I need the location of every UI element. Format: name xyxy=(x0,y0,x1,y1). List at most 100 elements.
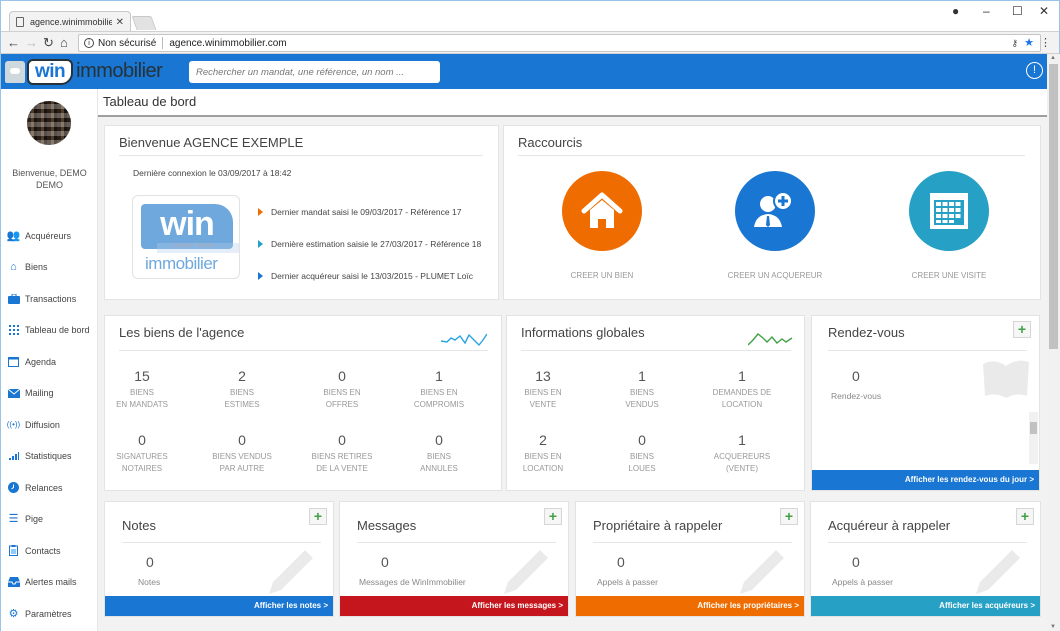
create-buyer-button[interactable]: CREER UN ACQUEREUR xyxy=(700,171,850,280)
sidebar-item-label: Agenda xyxy=(25,356,57,367)
divider xyxy=(119,350,488,351)
home-button[interactable]: ⌂ xyxy=(60,35,68,51)
stat-demandes-location[interactable]: 1 DEMANDES DE LOCATION xyxy=(692,368,792,411)
scrollbar-thumb[interactable] xyxy=(1030,422,1037,434)
minimize-button[interactable]: – xyxy=(983,4,990,18)
clipboard-icon xyxy=(7,545,20,557)
sidebar-item-parametres[interactable]: ⚙ Paramètres xyxy=(1,598,98,630)
new-tab-button[interactable] xyxy=(131,16,157,30)
add-message-button[interactable]: + xyxy=(544,508,562,525)
stat-biens-en-compromis[interactable]: 1 BIENS EN COMPROMIS xyxy=(389,368,489,411)
logo-immobilier-text: immobilier xyxy=(145,254,218,273)
global-search-input[interactable] xyxy=(189,61,440,83)
browser-tab[interactable]: agence.winimmobilier.com ✕ xyxy=(9,11,131,32)
stat-biens-en-location[interactable]: 2 BIENS EN LOCATION xyxy=(493,432,593,475)
sidebar-item-mailing[interactable]: Mailing xyxy=(1,378,98,410)
profile-icon[interactable]: ● xyxy=(952,4,959,18)
stat-label: BIENS ESTIMES xyxy=(224,388,260,409)
event-item[interactable]: Dernière estimation saisie le 27/03/2017… xyxy=(258,228,481,260)
info-circle-icon[interactable]: ! xyxy=(1026,62,1043,79)
stat-biens-en-vente[interactable]: 13 BIENS EN VENTE xyxy=(493,368,593,411)
stat-biens-retires[interactable]: 0 BIENS RETIRES DE LA VENTE xyxy=(292,432,392,475)
app-logo[interactable]: win immobilier xyxy=(5,57,163,86)
sidebar-item-label: Tableau de bord xyxy=(25,325,90,336)
sidebar-item-label: Statistiques xyxy=(25,451,72,462)
browser-menu-icon[interactable]: ⋮ xyxy=(1040,36,1051,49)
appointments-scrollbar[interactable] xyxy=(1029,412,1038,464)
info-icon[interactable]: i xyxy=(84,38,94,48)
create-visit-button[interactable]: CREER UNE VISITE xyxy=(874,171,1024,280)
create-property-button[interactable]: CREER UN BIEN xyxy=(527,171,677,280)
sidebar-item-agenda[interactable]: Agenda xyxy=(1,346,98,378)
sidebar-item-statistiques[interactable]: Statistiques xyxy=(1,441,98,473)
envelope-icon xyxy=(7,387,20,399)
back-button[interactable]: ← xyxy=(7,35,20,51)
url-field[interactable]: i Non sécurisé agence.winimmobilier.com … xyxy=(78,34,1041,52)
add-appointment-button[interactable]: + xyxy=(1013,321,1031,338)
scroll-down-arrow[interactable]: ▼ xyxy=(1050,624,1056,630)
user-name: DEMO xyxy=(36,180,63,190)
stat-acquereurs-vente[interactable]: 1 ACQUEREURS (VENTE) xyxy=(692,432,792,475)
stat-biens-vendus[interactable]: 1 BIENS VENDUS xyxy=(592,368,692,411)
show-owners-link[interactable]: Afficher les propriétaires > xyxy=(576,596,804,616)
close-window-button[interactable]: ✕ xyxy=(1039,4,1049,18)
stat-signatures-notaires[interactable]: 0 SIGNATURES NOTAIRES xyxy=(92,432,192,475)
messages-title: Messages xyxy=(357,518,417,533)
bookmark-star-icon[interactable]: ⚷ ★ xyxy=(1012,36,1034,49)
sparkline-icon xyxy=(441,333,487,347)
owners-to-call-card: Propriétaire à rappeler + 0 Appels à pas… xyxy=(575,501,805,617)
stat-biens-annules[interactable]: 0 BIENS ANNULES xyxy=(389,432,489,475)
browser-tabbar: agence.winimmobilier.com ✕ ● – ☐ ✕ xyxy=(1,1,1059,32)
sidebar-item-label: Contacts xyxy=(25,545,61,556)
scroll-up-arrow[interactable]: ▲ xyxy=(1050,55,1056,61)
sidebar-item-acquereurs[interactable]: 👥 Acquéreurs xyxy=(1,220,98,252)
main-content: Tableau de bord Bienvenue AGENCE EXEMPLE… xyxy=(98,89,1047,631)
stat-biens-en-offres[interactable]: 0 BIENS EN OFFRES xyxy=(292,368,392,411)
calendar-icon xyxy=(909,171,989,251)
add-buyer-call-button[interactable]: + xyxy=(1016,508,1034,525)
inbox-icon xyxy=(7,576,20,588)
stat-label: BIENS EN LOCATION xyxy=(522,452,564,473)
show-notes-link[interactable]: Afficher les notes > xyxy=(105,596,333,616)
maximize-button[interactable]: ☐ xyxy=(1012,4,1023,18)
add-owner-call-button[interactable]: + xyxy=(780,508,798,525)
sidebar-item-diffusion[interactable]: ((•)) Diffusion xyxy=(1,409,98,441)
sidebar-item-biens[interactable]: ⌂ Biens xyxy=(1,252,98,284)
sidebar-item-relances[interactable]: Relances xyxy=(1,472,98,504)
scrollbar-thumb[interactable] xyxy=(1049,64,1058,349)
event-item[interactable]: Dernier mandat saisi le 09/03/2017 - Réf… xyxy=(258,196,481,228)
stat-label: BIENS EN VENTE xyxy=(524,388,562,409)
clock-icon xyxy=(7,482,20,494)
stat-value: 1 xyxy=(638,368,646,384)
stat-value: 0 xyxy=(238,432,246,448)
avatar[interactable] xyxy=(27,101,71,145)
stat-biens-vendus-par-autre[interactable]: 0 BIENS VENDUS PAR AUTRE xyxy=(192,432,292,475)
sidebar-nav: 👥 Acquéreurs ⌂ Biens Transactions Tableau … xyxy=(1,220,98,630)
add-note-button[interactable]: + xyxy=(309,508,327,525)
stat-value: 13 xyxy=(535,368,551,384)
sidebar: Bienvenue, DEMO DEMO 👥 Acquéreurs ⌂ Biens … xyxy=(1,89,98,631)
show-buyers-link[interactable]: Afficher les acquéreurs > xyxy=(811,596,1040,616)
sidebar-item-tableau-de-bord[interactable]: Tableau de bord xyxy=(1,315,98,347)
stat-biens-estimes[interactable]: 2 BIENS ESTIMES xyxy=(192,368,292,411)
stat-label: ACQUEREURS (VENTE) xyxy=(713,452,771,473)
stat-value: 2 xyxy=(539,432,547,448)
key-icon[interactable]: ⚷ xyxy=(1012,38,1019,48)
sidebar-item-contacts[interactable]: Contacts xyxy=(1,535,98,567)
reload-button[interactable]: ↻ xyxy=(43,35,54,51)
stat-label: BIENS ANNULES xyxy=(420,452,458,473)
stat-biens-loues[interactable]: 0 BIENS LOUES xyxy=(592,432,692,475)
tab-title: agence.winimmobilier.com xyxy=(30,17,112,27)
page-scrollbar[interactable]: ▲ ▼ xyxy=(1047,54,1060,631)
sidebar-item-label: Biens xyxy=(25,262,48,273)
blue-arrow-icon xyxy=(258,272,263,280)
sidebar-item-alertes-mails[interactable]: Alertes mails xyxy=(1,567,98,599)
show-messages-link[interactable]: Afficher les messages > xyxy=(340,596,568,616)
stat-biens-en-mandats[interactable]: 15 BIENS EN MANDATS xyxy=(92,368,192,411)
event-item[interactable]: Dernier acquéreur saisi le 13/03/2015 - … xyxy=(258,260,481,292)
tab-close-icon[interactable]: ✕ xyxy=(116,17,124,28)
forward-button[interactable]: → xyxy=(25,35,38,51)
sidebar-item-pige[interactable]: ☰ Pige xyxy=(1,504,98,536)
sidebar-item-transactions[interactable]: Transactions xyxy=(1,283,98,315)
show-today-appointments-link[interactable]: Afficher les rendez-vous du jour > xyxy=(812,470,1039,490)
